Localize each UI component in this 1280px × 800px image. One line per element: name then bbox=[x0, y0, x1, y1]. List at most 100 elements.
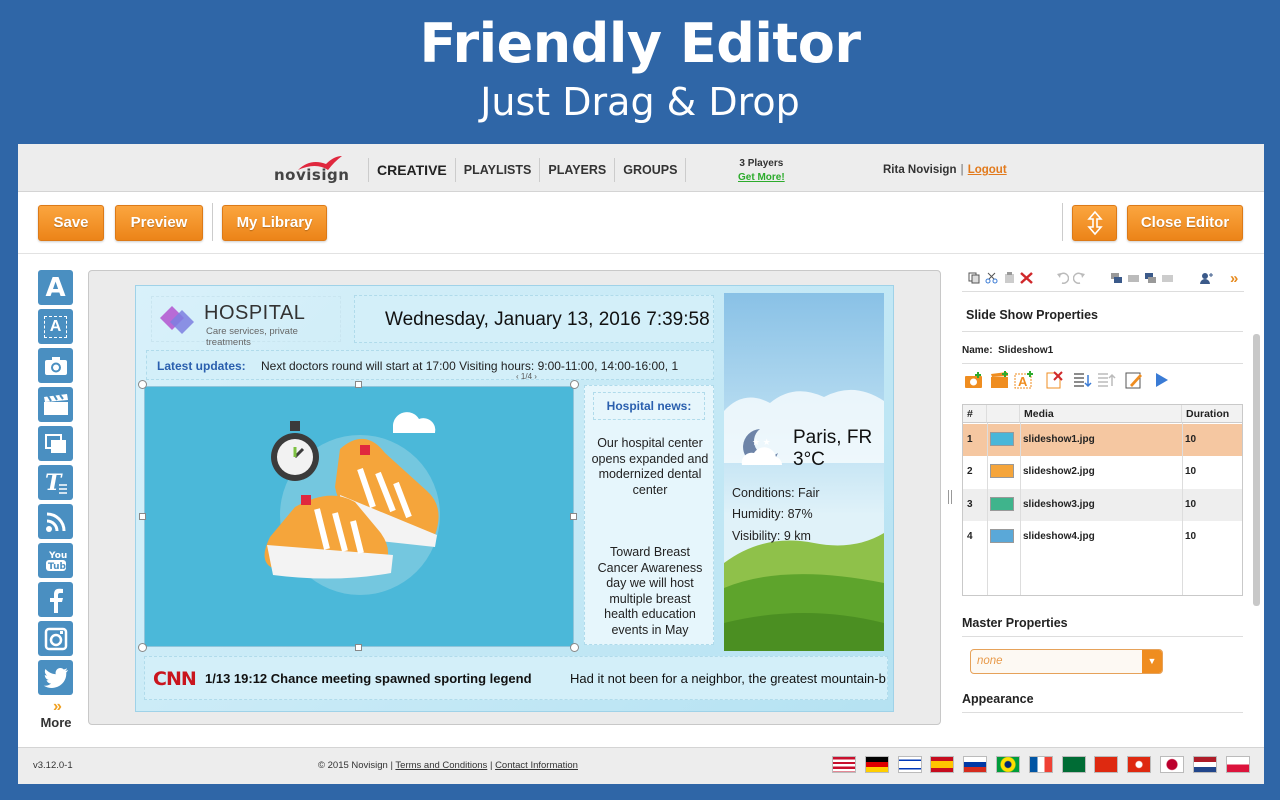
flag-netherlands-icon[interactable] bbox=[1192, 756, 1217, 773]
hero-subtitle: Just Drag & Drop bbox=[480, 80, 800, 124]
image-tool[interactable] bbox=[38, 348, 73, 383]
thumbnail bbox=[990, 497, 1014, 511]
copy-icon[interactable] bbox=[968, 272, 981, 284]
rss-icon bbox=[45, 512, 65, 532]
instagram-icon bbox=[44, 627, 67, 650]
col-number: # bbox=[963, 405, 987, 423]
flag-china-icon[interactable] bbox=[1094, 756, 1119, 773]
flag-hongkong-icon[interactable] bbox=[1127, 756, 1152, 773]
hospital-name: HOSPITAL bbox=[204, 302, 306, 324]
canvas-area: HOSPITAL Care services, private treatmen… bbox=[88, 270, 941, 725]
news-widget[interactable]: Hospital news: Our hospital center opens… bbox=[584, 385, 714, 645]
youtube-tool[interactable]: YouTube bbox=[38, 543, 73, 578]
play-icon[interactable] bbox=[1154, 372, 1170, 388]
nav-creative[interactable]: CREATIVE bbox=[368, 158, 455, 182]
slide-canvas[interactable]: HOSPITAL Care services, private treatmen… bbox=[135, 285, 894, 712]
thumbnail bbox=[990, 432, 1014, 446]
hospital-logo-icon bbox=[160, 306, 194, 334]
more-tools-button[interactable]: More bbox=[38, 715, 74, 730]
novisign-logo[interactable]: novisign bbox=[274, 154, 350, 184]
master-select[interactable]: none ▼ bbox=[970, 649, 1163, 674]
nav-players[interactable]: PLAYERS bbox=[539, 158, 614, 182]
add-image-icon[interactable] bbox=[964, 371, 984, 389]
edit-media-icon[interactable] bbox=[1124, 371, 1144, 389]
facebook-tool[interactable] bbox=[38, 582, 73, 617]
flag-us-icon[interactable] bbox=[832, 756, 856, 773]
add-user-icon[interactable] bbox=[1200, 272, 1213, 284]
preview-button[interactable]: Preview bbox=[115, 205, 203, 241]
send-backward-icon[interactable] bbox=[1161, 272, 1174, 284]
flag-israel-icon[interactable] bbox=[897, 756, 922, 773]
toggle-layout-button[interactable] bbox=[1072, 205, 1117, 241]
rich-text-tool[interactable]: T bbox=[38, 465, 73, 500]
vertical-resize-icon bbox=[1086, 210, 1103, 236]
send-back-icon[interactable] bbox=[1127, 272, 1140, 284]
contact-link[interactable]: Contact Information bbox=[495, 760, 578, 771]
weather-widget[interactable]: ★ ★ Paris, FR 3°C Conditions: Fair Humid… bbox=[724, 293, 884, 651]
move-down-icon[interactable] bbox=[1072, 371, 1092, 389]
instagram-tool[interactable] bbox=[38, 621, 73, 656]
textbox-icon: A bbox=[43, 315, 68, 338]
nav-groups[interactable]: GROUPS bbox=[614, 158, 687, 182]
flag-brazil-icon[interactable] bbox=[995, 756, 1020, 773]
media-row[interactable]: 1 slideshow1.jpg 10 bbox=[963, 424, 1242, 456]
media-row[interactable]: 4 slideshow4.jpg 10 bbox=[963, 521, 1242, 553]
get-more-link[interactable]: Get More! bbox=[738, 171, 785, 185]
chevron-double-down-icon[interactable]: » bbox=[38, 699, 74, 715]
slideshow-tool[interactable] bbox=[38, 426, 73, 461]
news-ticker-widget[interactable]: CNN 1/13 19:12 Chance meeting spawned sp… bbox=[144, 656, 888, 700]
nav-playlists[interactable]: PLAYLISTS bbox=[454, 158, 540, 182]
media-row[interactable]: 2 slideshow2.jpg 10 bbox=[963, 456, 1242, 488]
cut-icon[interactable] bbox=[985, 272, 998, 284]
chevron-right-double-icon[interactable]: » bbox=[1230, 270, 1238, 287]
bring-front-icon[interactable] bbox=[1110, 272, 1123, 284]
svg-text:You: You bbox=[48, 551, 67, 561]
hospital-tagline: Care services, private treatments bbox=[206, 326, 298, 348]
version-label: v3.12.0-1 bbox=[33, 760, 73, 771]
slideshow-widget[interactable] bbox=[144, 386, 574, 647]
updates-widget[interactable]: Latest updates: Next doctors round will … bbox=[146, 350, 714, 380]
flag-france-icon[interactable] bbox=[1028, 756, 1053, 773]
textbox-tool[interactable]: A bbox=[38, 309, 73, 344]
save-button[interactable]: Save bbox=[38, 205, 104, 241]
flag-spain-icon[interactable] bbox=[930, 756, 955, 773]
weather-conditions: Conditions: Fair bbox=[732, 486, 820, 500]
add-video-icon[interactable] bbox=[990, 371, 1010, 389]
flag-japan-icon[interactable] bbox=[1159, 756, 1184, 773]
rss-tool[interactable] bbox=[38, 504, 73, 539]
media-row[interactable]: 3 slideshow3.jpg 10 bbox=[963, 489, 1242, 521]
remove-media-icon[interactable] bbox=[1044, 371, 1064, 389]
text-tool[interactable]: A bbox=[38, 270, 73, 305]
redo-icon[interactable] bbox=[1073, 272, 1086, 284]
hospital-logo-widget[interactable]: HOSPITAL Care services, private treatmen… bbox=[151, 296, 341, 348]
logout-link[interactable]: Logout bbox=[968, 164, 1007, 176]
hero-title: Friendly Editor bbox=[419, 12, 861, 75]
name-value[interactable]: Slideshow1 bbox=[998, 345, 1053, 356]
add-text-icon[interactable]: A bbox=[1014, 371, 1034, 389]
paste-icon[interactable] bbox=[1003, 272, 1016, 284]
footer-separator: | bbox=[489, 760, 493, 771]
my-library-button[interactable]: My Library bbox=[222, 205, 327, 241]
flag-saudi-icon[interactable] bbox=[1061, 756, 1086, 773]
close-editor-button[interactable]: Close Editor bbox=[1127, 205, 1243, 241]
ticker-text: Had it not been for a neighbor, the grea… bbox=[570, 671, 886, 686]
editor-window: novisign CREATIVE PLAYLISTS PLAYERS GROU… bbox=[18, 144, 1264, 784]
clock-widget[interactable]: Wednesday, January 13, 2016 7:39:58 bbox=[354, 295, 714, 343]
news-item-1: Our hospital center opens expanded and m… bbox=[591, 436, 709, 497]
weather-visibility: Visibility: 9 km bbox=[732, 529, 811, 543]
slide-pager[interactable]: ‹ 1/4 › bbox=[516, 372, 537, 381]
video-tool[interactable] bbox=[38, 387, 73, 422]
delete-icon[interactable] bbox=[1020, 272, 1033, 284]
panel-splitter[interactable] bbox=[948, 490, 952, 504]
flag-germany-icon[interactable] bbox=[864, 756, 889, 773]
twitter-tool[interactable] bbox=[38, 660, 73, 695]
name-label: Name: bbox=[962, 345, 993, 356]
thumbnail bbox=[990, 529, 1014, 543]
bring-forward-icon[interactable] bbox=[1144, 272, 1157, 284]
panel-scrollbar[interactable] bbox=[1253, 334, 1260, 606]
terms-link[interactable]: Terms and Conditions bbox=[395, 760, 487, 771]
flag-poland-icon[interactable] bbox=[1225, 756, 1250, 773]
move-up-icon[interactable] bbox=[1096, 371, 1116, 389]
flag-russia-icon[interactable] bbox=[963, 756, 988, 773]
undo-icon[interactable] bbox=[1056, 272, 1069, 284]
